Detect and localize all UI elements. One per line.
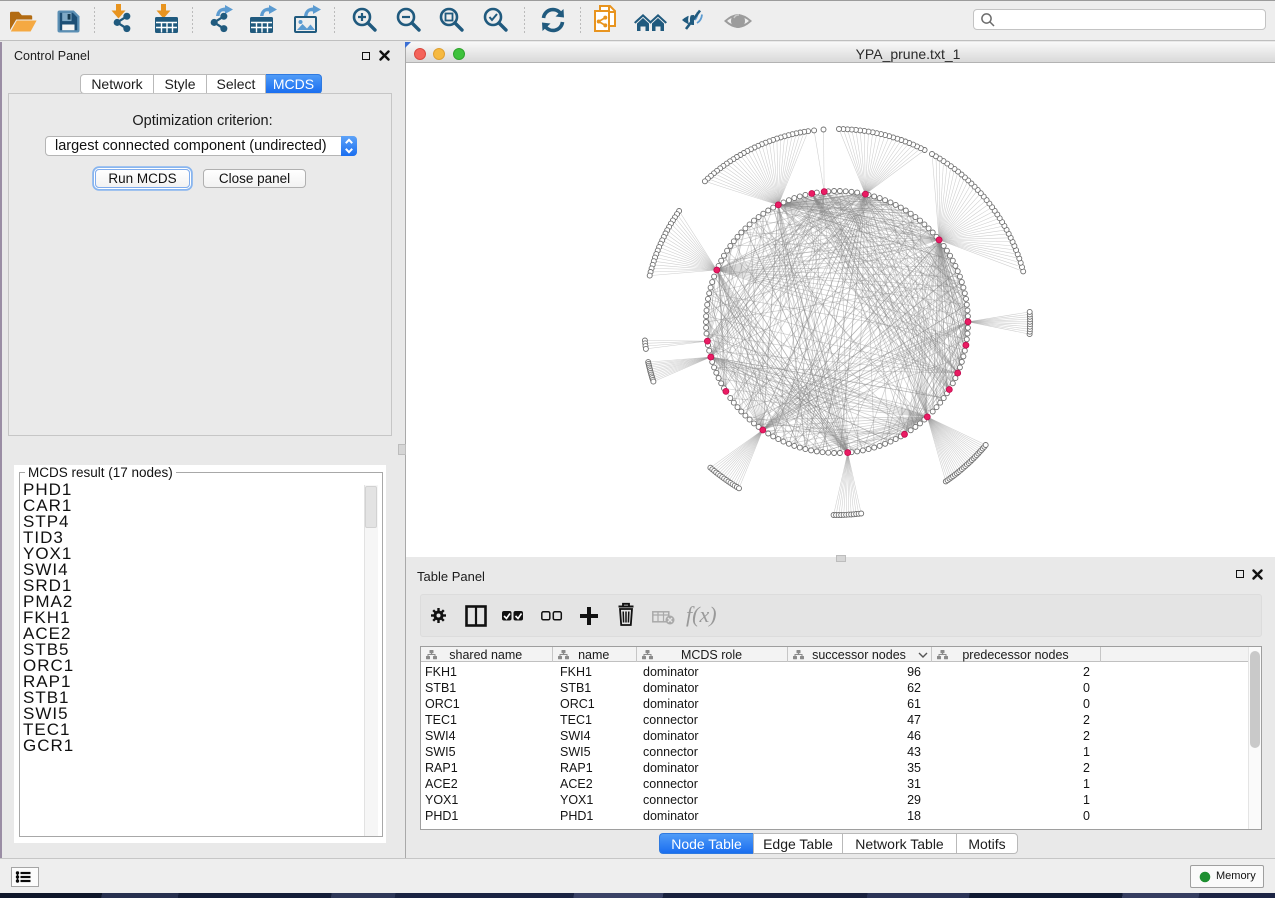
svg-text:f(x): f(x) <box>686 602 717 627</box>
